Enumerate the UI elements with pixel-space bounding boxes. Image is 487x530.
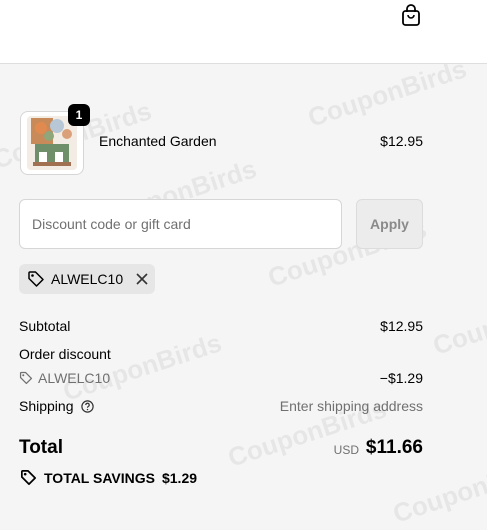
apply-button[interactable]: Apply xyxy=(356,199,423,249)
discount-code-row: ALWELC10 xyxy=(19,370,110,386)
shopping-bag-icon[interactable] xyxy=(400,3,422,27)
discount-code-text: ALWELC10 xyxy=(38,370,111,386)
watermark: CouponBirds xyxy=(59,327,226,407)
currency-label: USD xyxy=(333,443,359,457)
shipping-value: Enter shipping address xyxy=(279,398,423,414)
total-value: $11.66 xyxy=(365,437,423,458)
total-savings-label: TOTAL SAVINGS xyxy=(44,469,155,486)
discount-value: −$1.29 xyxy=(379,370,423,386)
shipping-label: Shipping xyxy=(19,398,74,414)
discount-code-input[interactable] xyxy=(19,199,342,249)
product-name: Enchanted Garden xyxy=(99,133,217,149)
applied-code-label: ALWELC10 xyxy=(51,271,124,287)
order-discount-label: Order discount xyxy=(19,346,111,362)
tag-icon xyxy=(28,271,44,287)
help-icon[interactable] xyxy=(81,400,95,413)
watermark: CouponBirds xyxy=(429,281,487,361)
subtotal-label: Subtotal xyxy=(19,318,71,334)
tag-icon xyxy=(19,371,33,385)
watermark: CouponBirds xyxy=(304,53,471,133)
quantity-badge: 1 xyxy=(68,104,90,126)
total-savings-row: TOTAL SAVINGS $1.29 xyxy=(19,468,197,487)
tag-icon xyxy=(20,469,37,486)
remove-code-close-icon[interactable] xyxy=(135,272,149,286)
applied-discount-chip: ALWELC10 xyxy=(19,264,155,294)
total-label: Total xyxy=(19,437,63,458)
shipping-label-row: Shipping xyxy=(19,398,95,414)
total-savings-value: $1.29 xyxy=(161,469,198,486)
product-price: $12.95 xyxy=(380,133,423,149)
subtotal-value: $12.95 xyxy=(380,318,423,334)
header-bar xyxy=(0,0,487,64)
watermark: CouponBirds xyxy=(389,449,487,529)
